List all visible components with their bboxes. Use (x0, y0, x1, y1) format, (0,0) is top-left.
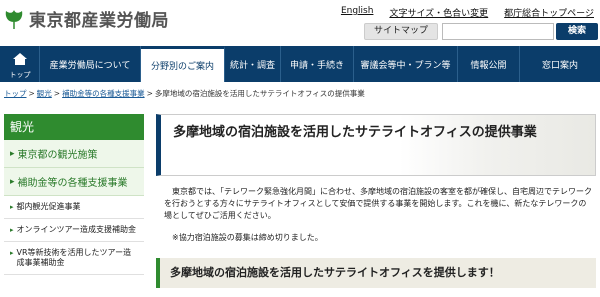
home-icon (13, 53, 27, 65)
sidebar-item-label: 東京都の観光施策 (17, 150, 98, 161)
sidebar-item-support-programs[interactable]: ▸ 補助金等の各種支援事業 (4, 168, 144, 196)
chevron-right-icon: ▸ (10, 249, 14, 257)
metro-top-link[interactable]: 都庁総合トップページ (504, 6, 594, 19)
search-input[interactable] (442, 23, 554, 40)
nav-contact[interactable]: 窓口案内 (520, 46, 600, 82)
chevron-right-icon: ▸ (10, 226, 14, 234)
chevron-right-icon: ▸ (10, 148, 15, 159)
sidebar-subitem-label: 都内観光促進事業 (16, 202, 81, 211)
breadcrumb-separator: > (146, 89, 153, 98)
nav-disclosure[interactable]: 情報公開 (458, 46, 520, 82)
sidebar-subitem-label: オンラインツアー造成支援補助金 (16, 225, 137, 234)
search-button[interactable]: 検索 (556, 23, 598, 40)
intro-text: 東京都では、「テレワーク緊急強化月間」に合わせ、多摩地域の宿泊施設の客室を都が確… (164, 186, 594, 222)
breadcrumb-separator: > (28, 89, 35, 98)
page-title-box: 多摩地域の宿泊施設を活用したサテライトオフィスの提供事業 (156, 114, 596, 176)
section-heading: 多摩地域の宿泊施設を活用したサテライトオフィスを提供します！ (156, 258, 596, 288)
sidebar-subitem-online-tour[interactable]: ▸ オンラインツアー造成支援補助金 (4, 219, 144, 242)
breadcrumb-support[interactable]: 補助金等の各種支援事業 (62, 89, 145, 98)
breadcrumb-separator: > (53, 89, 61, 98)
logo-text: 東京都産業労働局 (29, 11, 169, 31)
breadcrumb-top[interactable]: トップ (4, 89, 27, 98)
nav-home-label: トップ (9, 71, 31, 79)
utility-links: English 文字サイズ・色合い変更 都庁総合トップページ (341, 6, 594, 19)
nav-statistics[interactable]: 統計・調査 (225, 46, 281, 82)
intro-paragraph: 東京都では、「テレワーク緊急強化月間」に合わせ、多摩地域の宿泊施設の客室を都が確… (164, 187, 592, 220)
chevron-right-icon: ▸ (10, 203, 14, 211)
breadcrumb-tourism[interactable]: 観光 (37, 89, 52, 98)
sidebar-title[interactable]: 観光 (4, 114, 144, 140)
breadcrumb: トップ > 観光 > 補助金等の各種支援事業 > 多摩地域の宿泊施設を活用したサテライトオフ… (4, 88, 365, 99)
sitemap-button[interactable]: サイトマップ (364, 23, 438, 40)
sidebar-subitem-tourism-promotion[interactable]: ▸ 都内観光促進事業 (4, 196, 144, 219)
page-title: 多摩地域の宿泊施設を活用したサテライトオフィスの提供事業 (173, 125, 537, 140)
nav-home[interactable]: トップ (0, 46, 40, 82)
sidebar-item-label: 補助金等の各種支援事業 (17, 178, 128, 189)
global-nav: トップ 産業労働局について 分野別のご案内 統計・調査 申請・手続き 審議会等中… (0, 46, 600, 82)
closing-note: ※協力宿泊施設の募集は締め切りました。 (172, 233, 323, 242)
sidebar-subitem-vr-tour[interactable]: ▸ VR等新技術を活用したツアー造成事業補助金 (4, 242, 144, 275)
nav-field-guide[interactable]: 分野別のご案内 (141, 46, 225, 82)
site-header: 東京都産業労働局 English 文字サイズ・色合い変更 都庁総合トップページ … (0, 0, 600, 45)
font-size-color-link[interactable]: 文字サイズ・色合い変更 (389, 6, 488, 19)
breadcrumb-current: 多摩地域の宿泊施設を活用したサテライトオフィスの提供事業 (154, 89, 365, 98)
sidebar: 観光 ▸ 東京都の観光施策 ▸ 補助金等の各種支援事業 ▸ 都内観光促進事業 ▸… (4, 114, 144, 275)
sidebar-subitem-label: VR等新技術を活用したツアー造成事業補助金 (16, 248, 132, 267)
sidebar-item-tourism-policy[interactable]: ▸ 東京都の観光施策 (4, 140, 144, 168)
nav-about[interactable]: 産業労働局について (40, 46, 141, 82)
chevron-right-icon: ▸ (10, 176, 15, 187)
nav-councils-plans[interactable]: 審議会等中・プラン等 (354, 46, 458, 82)
site-logo[interactable]: 東京都産業労働局 (4, 6, 169, 31)
english-link[interactable]: English (341, 6, 374, 19)
tokyo-ginkgo-logo-icon (5, 9, 23, 29)
nav-applications[interactable]: 申請・手続き (281, 46, 354, 82)
